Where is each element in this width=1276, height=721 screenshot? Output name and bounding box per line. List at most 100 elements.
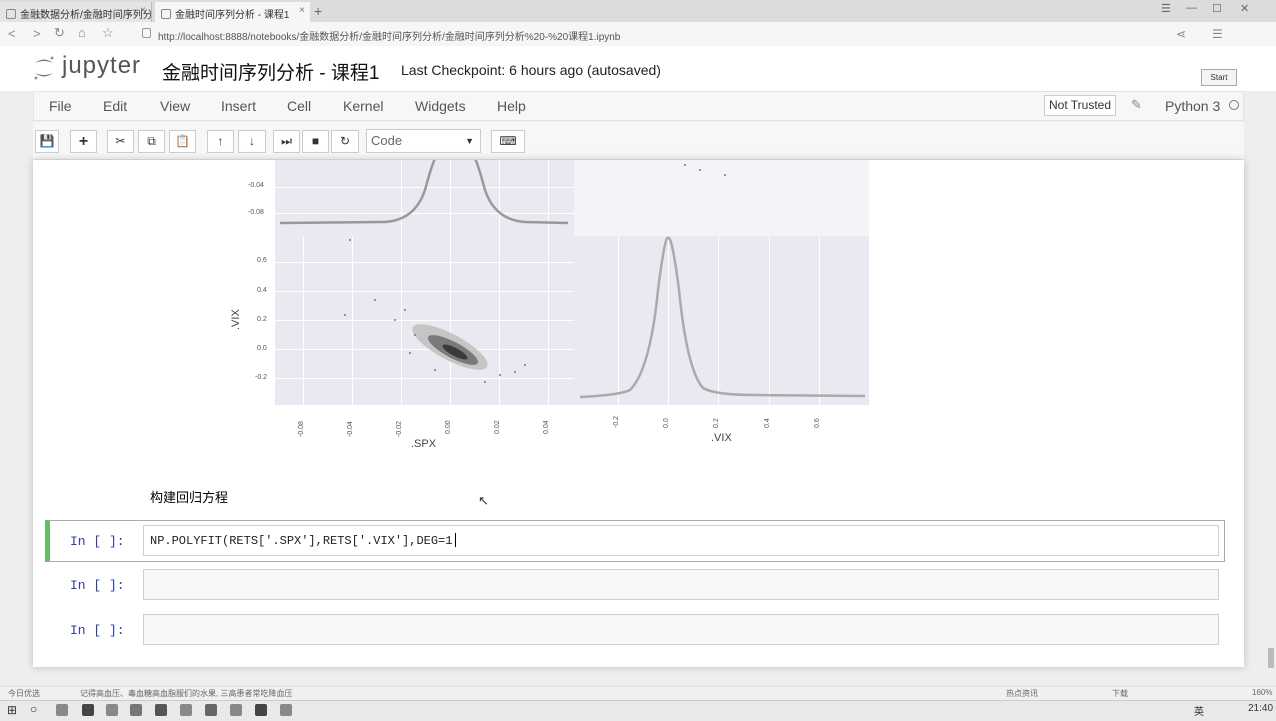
move-down-button[interactable]: ↓: [238, 130, 266, 153]
back-icon[interactable]: <: [8, 26, 16, 41]
menu-insert[interactable]: Insert: [221, 98, 256, 114]
app-icon[interactable]: [82, 704, 94, 716]
app-icon[interactable]: [205, 704, 217, 716]
start-windows-icon[interactable]: ⊞: [7, 703, 17, 717]
code-input[interactable]: [143, 614, 1219, 645]
app-icon[interactable]: [130, 704, 142, 716]
browser-tab[interactable]: 金融数据分析/金融时间序列分析 ×: [0, 2, 152, 22]
scatter-cloud: [344, 164, 726, 383]
y-tick: 0.0: [257, 345, 267, 352]
task-view-icon[interactable]: [56, 704, 68, 716]
share-icon[interactable]: ⋖: [1176, 27, 1186, 41]
add-cell-button[interactable]: +: [70, 130, 97, 153]
y-axis-label: .VIX: [230, 309, 242, 330]
app-icon[interactable]: [155, 704, 167, 716]
run-button[interactable]: ⏭: [273, 130, 300, 153]
extension-icon[interactable]: ☰: [1212, 27, 1223, 41]
url-field[interactable]: http://localhost:8888/notebooks/金融数据分析/金…: [158, 28, 620, 43]
spx-density-curve: [279, 160, 569, 225]
restart-icon: ↻: [339, 134, 351, 148]
notebook-title[interactable]: 金融时间序列分析 - 课程1: [162, 58, 379, 85]
x-tick: 0.02: [494, 420, 501, 434]
x-axis-label-spx: .SPX: [411, 438, 437, 450]
cell-type-value: Code: [371, 133, 403, 148]
browser-status-bar: 今日优选 记得高血压、毒血糖高血脂服们的水果, 三高患者常吃降血压 热点资讯 下…: [0, 686, 1276, 701]
move-up-button[interactable]: ↑: [207, 130, 234, 153]
minimize-icon[interactable]: —: [1186, 2, 1197, 14]
y-tick: -0.2: [255, 374, 268, 381]
y-tick: 0.2: [257, 316, 267, 323]
menu-view[interactable]: View: [160, 98, 190, 114]
cell-type-select[interactable]: Code ▼: [366, 129, 481, 153]
hot-news-link[interactable]: 热点资讯: [1006, 688, 1038, 699]
close-icon[interactable]: ×: [299, 5, 305, 16]
menu-file[interactable]: File: [49, 98, 72, 114]
add-icon: +: [78, 133, 89, 150]
x-tick: 0.04: [543, 420, 550, 434]
home-icon[interactable]: ⌂: [78, 25, 86, 40]
cortana-icon[interactable]: ○: [30, 702, 37, 716]
tab-label: 金融时间序列分析 - 课程1: [175, 10, 290, 21]
code-input[interactable]: [143, 569, 1219, 600]
forward-icon[interactable]: >: [33, 26, 41, 41]
save-icon: 💾: [39, 134, 55, 148]
cell-prompt: In [ ]:: [70, 578, 125, 593]
jupyter-logo-text[interactable]: jupyter: [62, 52, 141, 80]
paste-icon: 📋: [175, 134, 190, 148]
x-tick: -0.08: [298, 421, 305, 437]
menu-kernel[interactable]: Kernel: [343, 98, 383, 114]
status-left-text[interactable]: 今日优选: [8, 688, 40, 699]
x-tick: -0.2: [613, 415, 620, 428]
menu-icon[interactable]: ☰: [1161, 2, 1171, 15]
app-icon[interactable]: [106, 704, 118, 716]
ime-indicator[interactable]: 英: [1194, 703, 1204, 718]
menu-help[interactable]: Help: [497, 98, 526, 114]
interrupt-button[interactable]: ■: [302, 130, 329, 153]
move-up-icon: ↑: [217, 134, 224, 148]
maximize-icon[interactable]: ☐: [1212, 2, 1222, 15]
paste-button[interactable]: 📋: [169, 130, 196, 153]
restart-button[interactable]: ↻: [331, 130, 359, 153]
kernel-name[interactable]: Python 3: [1165, 98, 1220, 114]
window-close-icon[interactable]: ✕: [1240, 2, 1249, 15]
bookmark-star-icon[interactable]: ☆: [102, 25, 114, 41]
move-down-icon: ↓: [249, 134, 255, 148]
jupyter-logo-icon[interactable]: [32, 55, 56, 81]
app-icon[interactable]: [180, 704, 192, 716]
cell-prompt: In [ ]:: [70, 534, 125, 549]
command-palette-button[interactable]: ⌨: [491, 130, 525, 153]
x-tick: -0.02: [396, 421, 403, 437]
app-icon[interactable]: [255, 704, 267, 716]
keyboard-icon: ⌨: [499, 134, 517, 148]
edit-pencil-icon[interactable]: ✎: [1131, 97, 1142, 113]
app-icon[interactable]: [230, 704, 242, 716]
x-tick: 0.0: [663, 418, 670, 428]
new-tab-button[interactable]: +: [314, 3, 322, 19]
menu-cell[interactable]: Cell: [287, 98, 311, 114]
news-ticker[interactable]: 记得高血压、毒血糖高血脂服们的水果, 三高患者常吃降血压: [80, 688, 292, 699]
menu-widgets[interactable]: Widgets: [415, 98, 466, 114]
code-input[interactable]: NP.POLYFIT(RETS['.SPX'],RETS['.VIX'],DEG…: [143, 525, 1219, 556]
download-link[interactable]: 下载: [1112, 688, 1128, 699]
page-info-icon[interactable]: [142, 28, 151, 38]
browser-tab-active[interactable]: 金融时间序列分析 - 课程1 ×: [155, 2, 310, 22]
logout-button[interactable]: Start: [1201, 69, 1237, 86]
clock[interactable]: 21:40: [1248, 703, 1273, 714]
copy-button[interactable]: ⧉: [138, 130, 165, 153]
chevron-down-icon: ▼: [465, 136, 474, 146]
markdown-cell[interactable]: 构建回归方程: [150, 487, 228, 506]
cell-prompt: In [ ]:: [70, 623, 125, 638]
zoom-level[interactable]: 160%: [1252, 688, 1272, 697]
cut-button[interactable]: ✂: [107, 130, 134, 153]
app-icon[interactable]: [280, 704, 292, 716]
save-button[interactable]: 💾: [35, 130, 59, 153]
reload-icon[interactable]: ↻: [54, 25, 65, 41]
y-tick: 0.4: [257, 287, 267, 294]
y-tick: -0.08: [248, 209, 264, 216]
close-icon[interactable]: ×: [140, 5, 146, 16]
menu-edit[interactable]: Edit: [103, 98, 127, 114]
scrollbar-thumb[interactable]: [1268, 648, 1274, 668]
not-trusted-button[interactable]: Not Trusted: [1044, 95, 1117, 116]
stop-icon: ■: [311, 134, 320, 148]
x-tick: -0.04: [347, 421, 354, 437]
